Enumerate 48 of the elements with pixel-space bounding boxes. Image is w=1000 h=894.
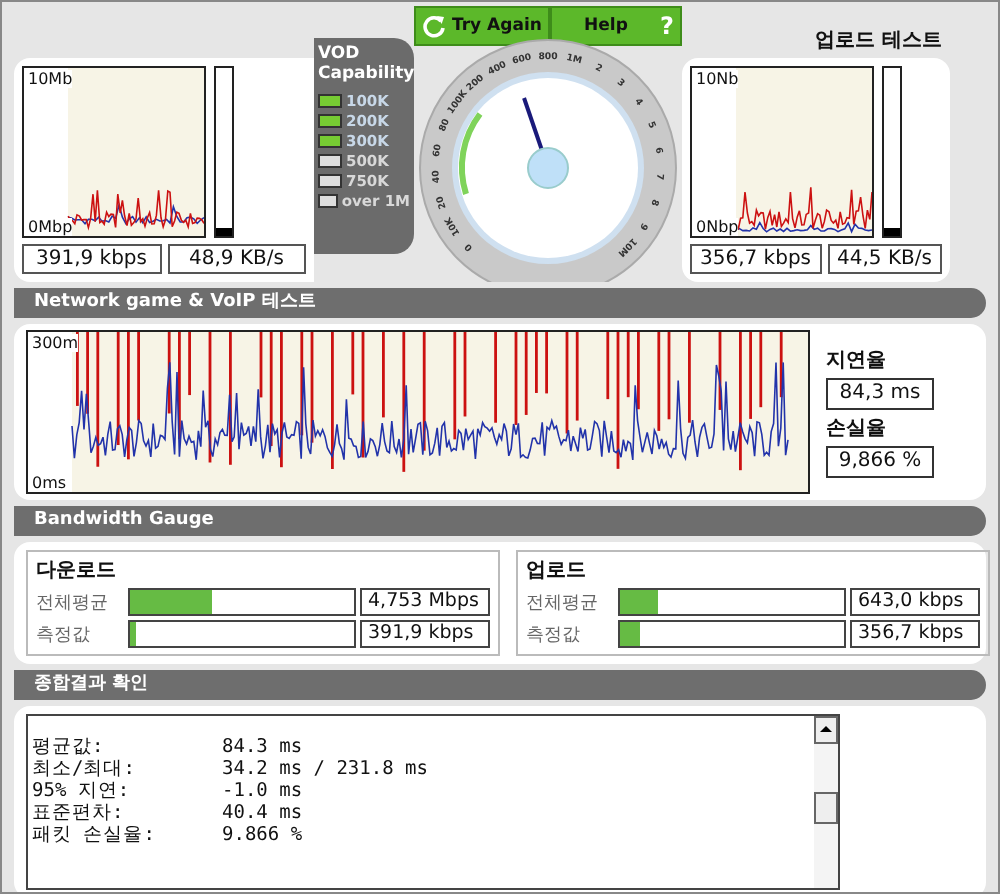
gauge-value: 356,7 kbps [850, 620, 980, 648]
gauge-label: 전체평균 [526, 591, 600, 615]
result-value: 34.2 ms / 231.8 ms [222, 758, 428, 780]
speed-reading: 48,9 KB/s [167, 244, 306, 274]
result-label: 95% 지연: [32, 780, 132, 802]
scroll-up-icon[interactable] [814, 716, 838, 744]
axis-label: 0ms [32, 474, 67, 492]
latency-value: 84,3 ms [826, 378, 934, 410]
group-title: 업로드 [526, 558, 588, 584]
result-value: 9.866 % [222, 824, 303, 846]
result-label: 패킷 손실율: [32, 824, 157, 846]
result-label: 최소/최대: [32, 758, 137, 780]
result-label: 평균값: [32, 736, 106, 758]
scroll-thumb[interactable] [814, 792, 838, 824]
group-title: 다운로드 [36, 558, 118, 584]
loss-value: 9,866 % [826, 446, 934, 478]
result-value: -1.0 ms [222, 780, 303, 802]
gauge-label: 전체평균 [36, 591, 110, 615]
speed-reading: 356,7 kbps [690, 244, 822, 274]
refresh-icon [422, 14, 446, 38]
speed-reading: 44,5 KB/s [827, 244, 942, 274]
section-header: Bandwidth Gauge [14, 506, 986, 536]
axis-label: 10Nb [696, 70, 739, 88]
dial-hub [527, 147, 569, 189]
gauge-value: 643,0 kbps [850, 588, 980, 616]
dial-button[interactable]: Help ? [549, 6, 682, 46]
gauge-label: 측정값 [36, 623, 92, 647]
gauge-value: 391,9 kbps [360, 620, 490, 648]
loss-label: 손실율 [826, 416, 888, 442]
vod-title: VOD Capability [318, 44, 410, 84]
axis-label: 10Mb [28, 70, 73, 88]
axis-label: 0Nbp [696, 218, 739, 236]
gauge-label: 측정값 [526, 623, 582, 647]
result-label: 표준편차: [32, 802, 126, 824]
section-header: Network game & VoIP 테스트 [14, 288, 986, 318]
result-value: 40.4 ms [222, 802, 303, 824]
latency-label: 지연율 [826, 348, 888, 374]
axis-label: 0Mbp [28, 218, 73, 236]
axis-label: 300m [32, 334, 79, 352]
scrollbar[interactable] [814, 716, 838, 888]
result-value: 84.3 ms [222, 736, 303, 758]
dial-button[interactable]: Try Again [414, 6, 550, 46]
section-header: 종합결과 확인 [14, 670, 986, 700]
range-arc [459, 112, 483, 195]
gauge-value: 4,753 Mbps [360, 588, 490, 616]
panel-title: 업로드 테스트 [814, 28, 944, 54]
result-textbox[interactable]: 평균값: 84.3 ms 최소/최대: 34.2 ms / 231.8 ms 95% 지연: -1.0 ms 표준편차: 40.4 ms 패킷 손실율: 9.866 % [26, 714, 840, 890]
speed-reading: 391,9 kbps [22, 244, 161, 274]
